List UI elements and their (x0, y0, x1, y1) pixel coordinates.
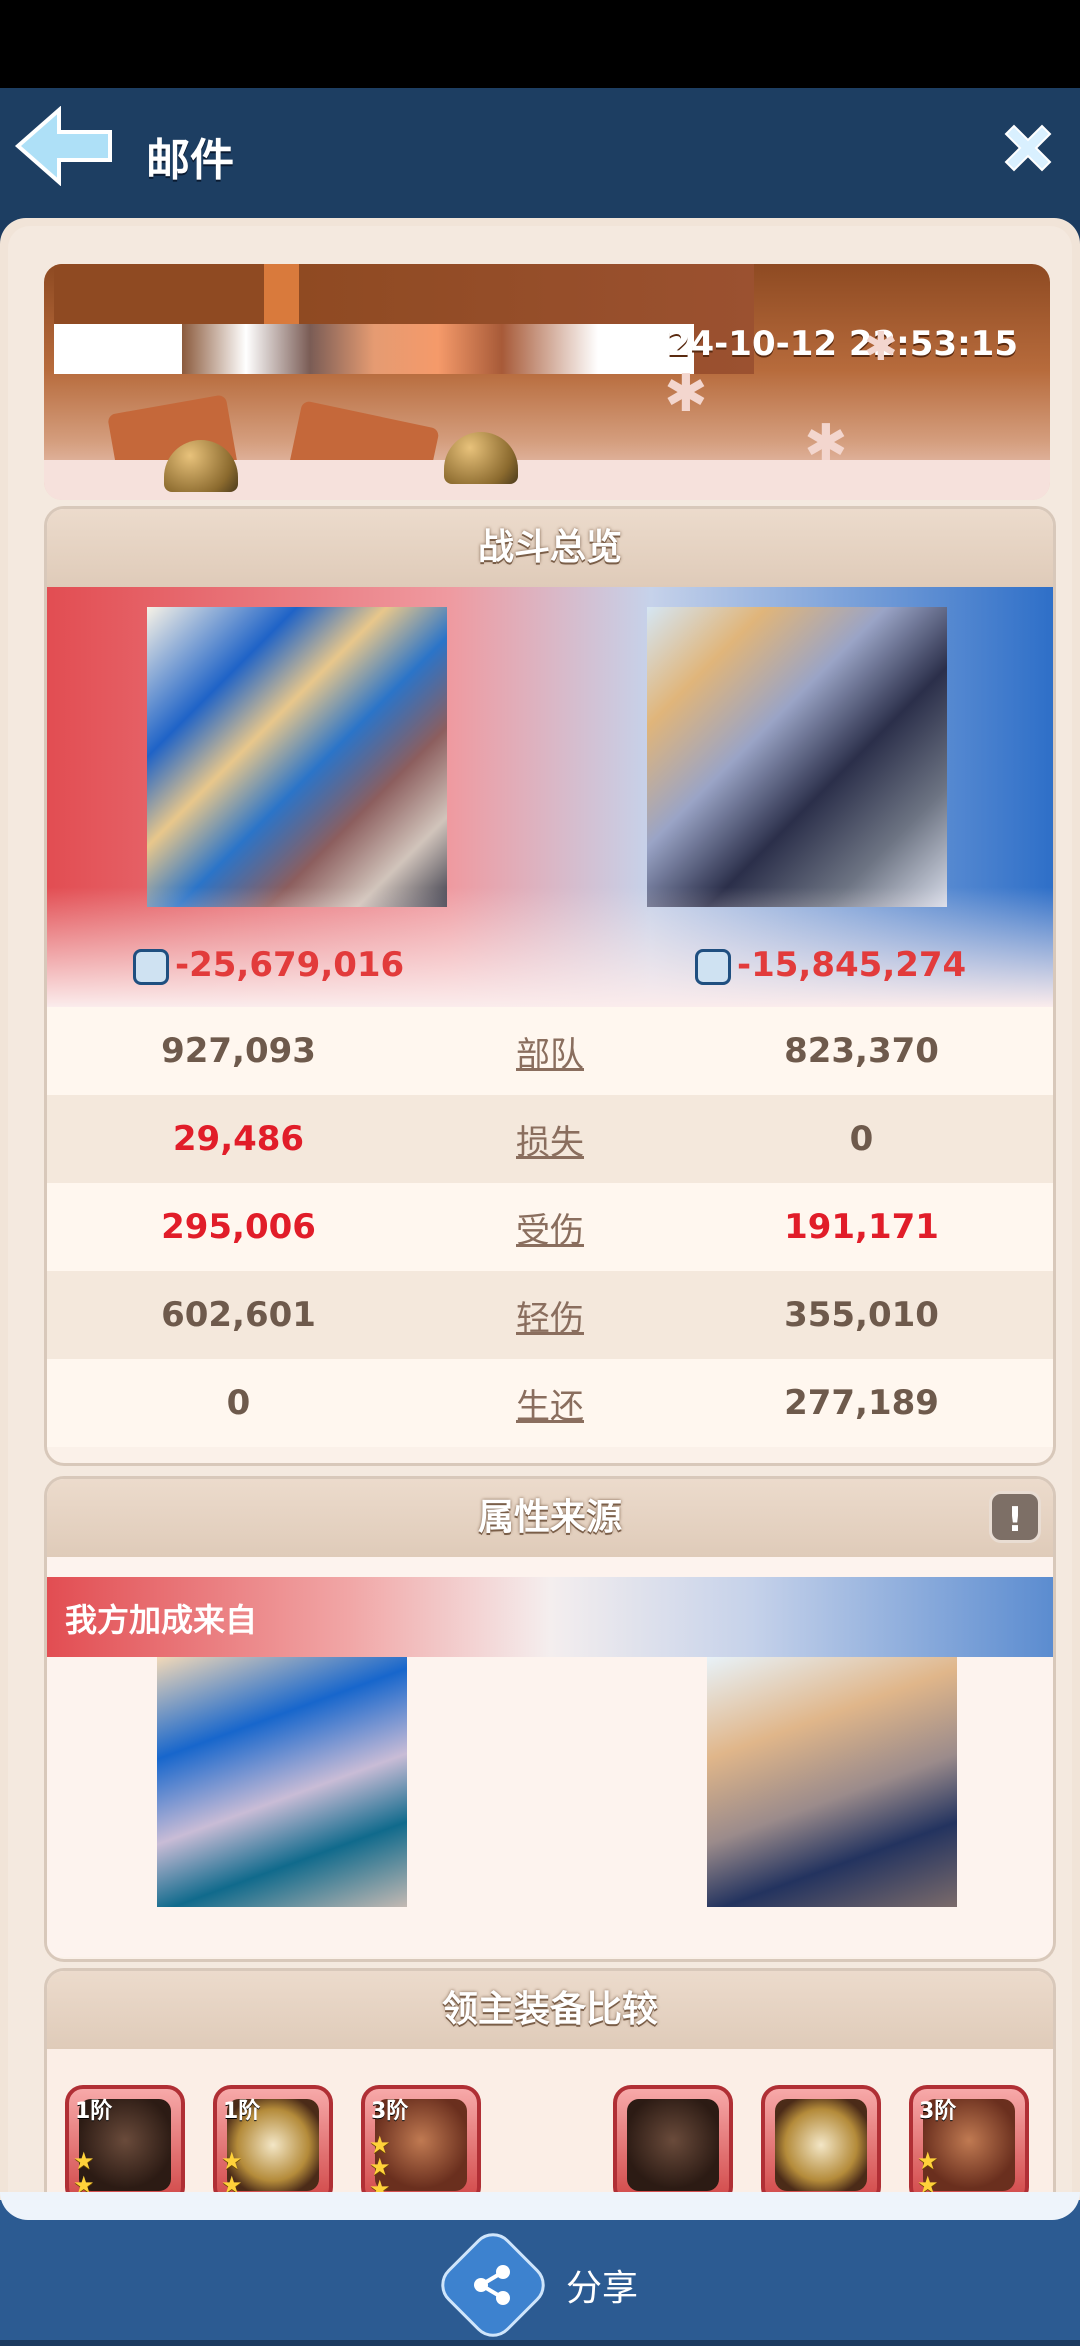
equipment-slot[interactable] (761, 2085, 881, 2200)
mail-panel: 24-10-12 22:53:15 ✱ ✱ ✱ 战斗总览 -25,679,016 (0, 218, 1080, 2200)
mail-content: 24-10-12 22:53:15 ✱ ✱ ✱ 战斗总览 -25,679,016 (8, 226, 1072, 2200)
battle-overview-title: 战斗总览 (477, 527, 622, 568)
fist-icon (695, 948, 731, 985)
stat-label-link[interactable]: 受伤 (430, 1203, 670, 1252)
tier-label: 3阶 (919, 2099, 957, 2124)
left-value: 0 (226, 1383, 251, 1423)
equipment-slot[interactable]: 1阶 ★ ★ (213, 2085, 333, 2200)
attribute-source-section: 属性来源 ! 我方加成来自 (44, 1476, 1056, 1962)
share-glyph-icon (474, 2265, 510, 2305)
lord-equipment-header: 领主装备比较 (47, 1971, 1053, 2049)
battle-overview-header: 战斗总览 (47, 509, 1053, 587)
back-arrow-icon[interactable] (14, 106, 114, 186)
stat-row-troops: 927,093 部队 823,370 (47, 1007, 1053, 1095)
stat-label-link[interactable]: 生还 (430, 1379, 670, 1428)
battle-overview-section: 战斗总览 -25,679,016 -15,845,274 927,093 部队 … (44, 506, 1056, 1466)
pocket-watch-icon (775, 2099, 867, 2191)
right-power-change: -15,845,274 (695, 945, 966, 985)
left-value: 602,601 (161, 1295, 316, 1335)
equipment-slot[interactable] (613, 2085, 733, 2200)
battle-stats-table: 927,093 部队 823,370 29,486 损失 0 295,006 受… (47, 1007, 1053, 1447)
pixelated-sender-area (54, 324, 694, 374)
our-bonus-label: 我方加成来自 (65, 1601, 258, 1639)
pixelated-right-bonus (707, 1657, 957, 1907)
left-value: 29,486 (172, 1119, 305, 1159)
attribute-source-header: 属性来源 ! (47, 1479, 1053, 1557)
header: 邮件 (0, 88, 1080, 220)
left-value: 927,093 (161, 1031, 316, 1071)
share-icon (432, 2224, 554, 2346)
status-bar (0, 0, 1080, 88)
pixelated-left-bonus (157, 1657, 407, 1907)
hat-icon (627, 2099, 719, 2191)
right-value: 191,171 (784, 1207, 939, 1247)
pixelated-right-commander (647, 607, 947, 907)
tier-label: 1阶 (223, 2099, 261, 2124)
right-value: 0 (849, 1119, 874, 1159)
pixelated-left-commander (147, 607, 447, 907)
right-value: 823,370 (784, 1031, 939, 1071)
lord-equipment-title: 领主装备比较 (441, 1989, 658, 2030)
left-value: 295,006 (161, 1207, 316, 1247)
stat-row-losses: 29,486 损失 0 (47, 1095, 1053, 1183)
snowflake-icon: ✱ (664, 364, 708, 424)
stat-label-link[interactable]: 损失 (430, 1115, 670, 1164)
stat-label-link[interactable]: 轻伤 (430, 1291, 670, 1340)
left-power-change: -25,679,016 (133, 945, 404, 985)
stat-row-light-injured: 602,601 轻伤 355,010 (47, 1271, 1053, 1359)
stat-label-link[interactable]: 部队 (430, 1027, 670, 1076)
attribute-source-content: 我方加成来自 (47, 1557, 1053, 1957)
info-button[interactable]: ! (989, 1491, 1041, 1543)
tier-label: 3阶 (371, 2099, 409, 2124)
battle-participants-visual: -25,679,016 -15,845,274 (47, 587, 1053, 1007)
stat-row-survived: 0 生还 277,189 (47, 1359, 1053, 1447)
right-power-value: -15,845,274 (737, 945, 967, 985)
page-title: 邮件 (146, 135, 234, 186)
right-value: 355,010 (784, 1295, 939, 1335)
left-power-value: -25,679,016 (175, 945, 405, 985)
snowflake-icon: ✱ (864, 324, 898, 370)
tier-label: 1阶 (75, 2099, 113, 2124)
equipment-row: 1阶 ★ ★ 1阶 ★ ★ 3阶 ★ ★ ★ 3阶 ★ ★ (47, 2049, 1053, 2200)
helmet-icon (444, 432, 518, 484)
equipment-slot[interactable]: 3阶 ★ ★ (909, 2085, 1029, 2200)
mail-banner: 24-10-12 22:53:15 ✱ ✱ ✱ (44, 264, 1050, 500)
close-icon[interactable] (998, 118, 1058, 178)
share-button[interactable]: 分享 (432, 2224, 639, 2346)
snow-ledge (0, 2192, 1080, 2220)
equipment-slot[interactable]: 3阶 ★ ★ ★ (361, 2085, 481, 2200)
fist-icon (133, 948, 169, 985)
equipment-slot[interactable]: 1阶 ★ ★ (65, 2085, 185, 2200)
stat-row-injured: 295,006 受伤 191,171 (47, 1183, 1053, 1271)
attribute-source-title: 属性来源 (477, 1497, 622, 1538)
right-value: 277,189 (784, 1383, 939, 1423)
bottom-bar: 分享 (0, 2200, 1080, 2346)
share-label: 分享 (566, 2268, 639, 2309)
lord-equipment-section: 领主装备比较 1阶 ★ ★ 1阶 ★ ★ 3阶 ★ ★ ★ 3阶 ★ ★ (44, 1968, 1056, 2200)
mail-datetime: 24-10-12 22:53:15 (666, 324, 1018, 364)
